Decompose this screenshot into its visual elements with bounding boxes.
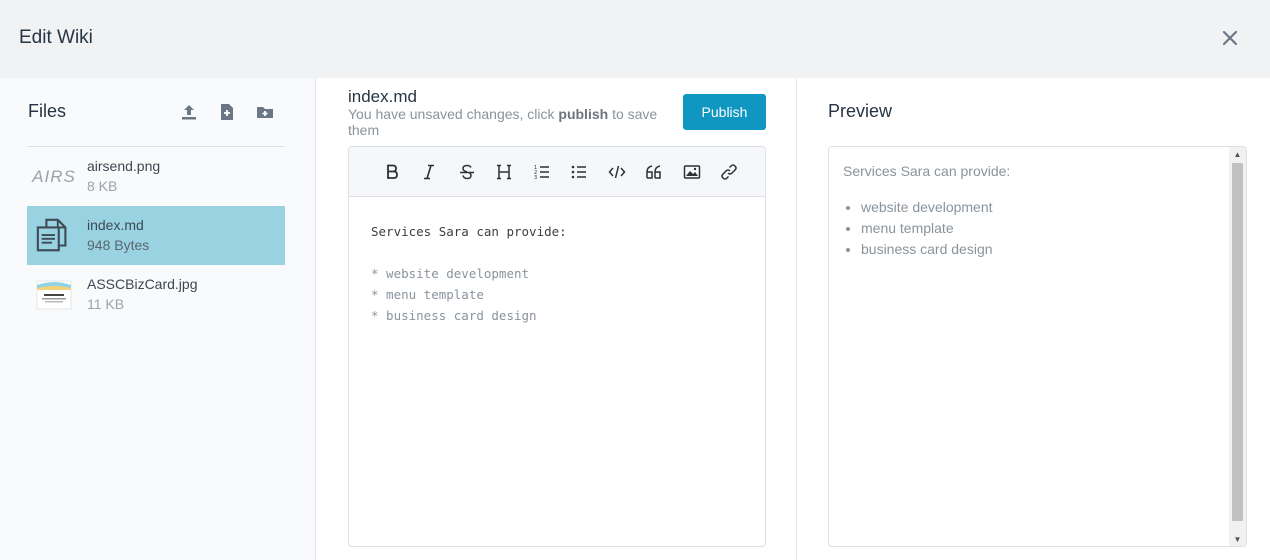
file-size: 11 KB bbox=[87, 296, 125, 312]
list-item: menu template bbox=[861, 218, 1010, 239]
document-title: index.md bbox=[348, 87, 417, 106]
new-folder-icon[interactable] bbox=[256, 103, 274, 121]
publish-button[interactable]: Publish bbox=[683, 94, 766, 130]
markdown-editor: 123 Services Sara can provide: * website… bbox=[348, 146, 766, 547]
preview-content: Services Sara can provide: website devel… bbox=[843, 163, 1010, 260]
image-thumbnail bbox=[35, 276, 73, 314]
file-name: index.md bbox=[87, 217, 144, 233]
document-icon bbox=[35, 217, 73, 255]
bold-icon[interactable] bbox=[373, 157, 411, 187]
scroll-thumb[interactable] bbox=[1232, 163, 1243, 521]
upload-icon[interactable] bbox=[180, 103, 198, 121]
file-size: 948 Bytes bbox=[87, 237, 150, 253]
files-panel: Files AIRS airsend.png 8 KB index.md 948… bbox=[0, 78, 316, 560]
editor-toolbar: 123 bbox=[349, 147, 765, 197]
list-item: website development bbox=[861, 197, 1010, 218]
heading-icon[interactable] bbox=[486, 157, 524, 187]
image-thumbnail: AIRS bbox=[32, 167, 76, 186]
scroll-down-arrow-icon[interactable]: ▼ bbox=[1229, 532, 1246, 546]
file-name: ASSCBizCard.jpg bbox=[87, 276, 198, 292]
unordered-list-icon[interactable] bbox=[561, 157, 599, 187]
list-item: business card design bbox=[861, 239, 1010, 260]
preview-box: Services Sara can provide: website devel… bbox=[828, 146, 1247, 547]
file-item-airsend[interactable]: AIRS airsend.png 8 KB bbox=[27, 147, 285, 206]
preview-panel: Preview Services Sara can provide: websi… bbox=[798, 78, 1270, 560]
new-file-icon[interactable] bbox=[218, 103, 236, 121]
quote-icon[interactable] bbox=[636, 157, 674, 187]
unsaved-changes-message: You have unsaved changes, click publish … bbox=[348, 106, 658, 138]
link-icon[interactable] bbox=[711, 157, 749, 187]
modal-title: Edit Wiki bbox=[19, 27, 93, 48]
svg-text:3: 3 bbox=[534, 175, 537, 181]
modal-header: Edit Wiki bbox=[0, 0, 1270, 78]
preview-title: Preview bbox=[828, 101, 893, 121]
file-list: AIRS airsend.png 8 KB index.md 948 Bytes bbox=[27, 147, 285, 324]
file-item-asscbizcard[interactable]: ASSCBizCard.jpg 11 KB bbox=[27, 265, 285, 324]
close-icon[interactable] bbox=[1221, 29, 1239, 47]
scroll-up-arrow-icon[interactable]: ▲ bbox=[1229, 147, 1246, 161]
files-title: Files bbox=[28, 101, 67, 121]
preview-intro: Services Sara can provide: bbox=[843, 163, 1011, 179]
italic-icon[interactable] bbox=[411, 157, 449, 187]
strikethrough-icon[interactable] bbox=[448, 157, 486, 187]
editor-textarea[interactable]: Services Sara can provide: * website dev… bbox=[349, 197, 765, 350]
preview-list: website development menu template busine… bbox=[861, 197, 1010, 260]
file-item-index[interactable]: index.md 948 Bytes bbox=[27, 206, 285, 265]
files-actions bbox=[180, 103, 274, 121]
file-name: airsend.png bbox=[87, 158, 161, 174]
code-icon[interactable] bbox=[598, 157, 636, 187]
editor-panel: index.md You have unsaved changes, click… bbox=[317, 78, 797, 560]
preview-scrollbar[interactable]: ▲ ▼ bbox=[1229, 147, 1246, 546]
file-size: 8 KB bbox=[87, 178, 118, 194]
ordered-list-icon[interactable]: 123 bbox=[523, 157, 561, 187]
image-icon[interactable] bbox=[673, 157, 711, 187]
